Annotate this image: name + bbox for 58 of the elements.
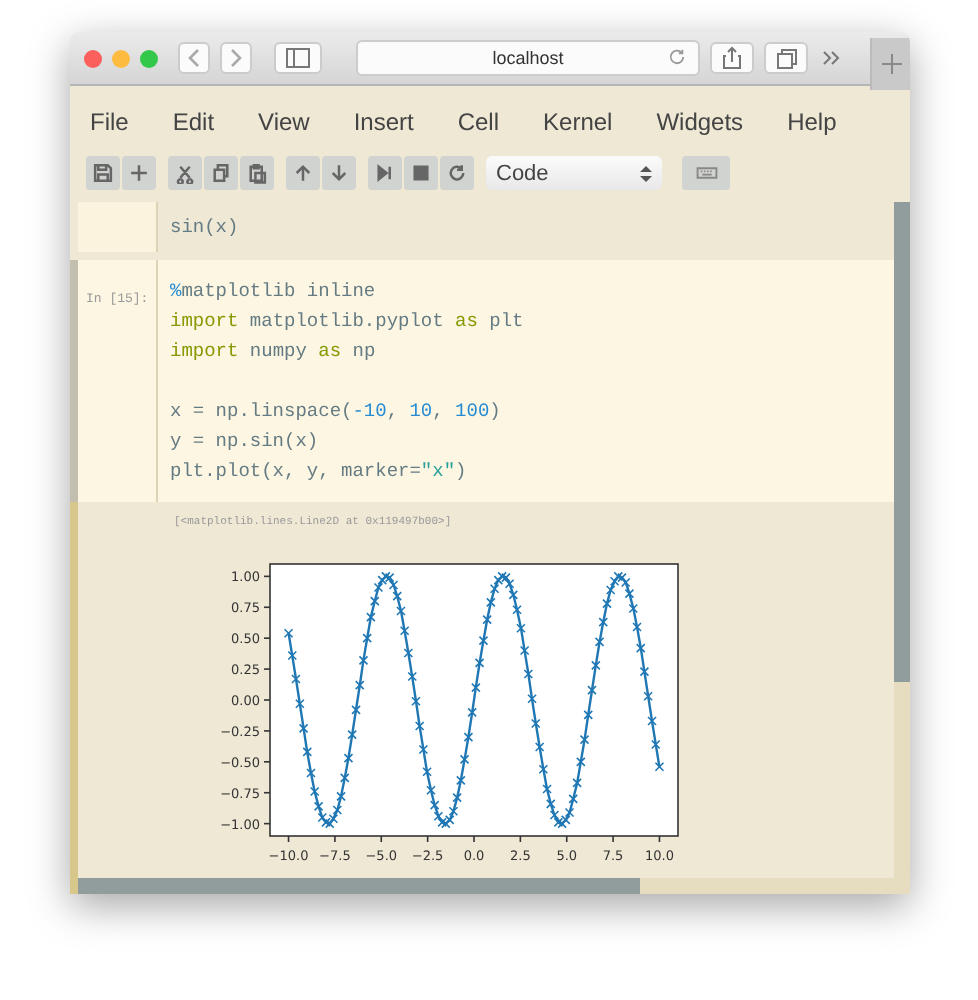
address-text: localhost: [492, 48, 564, 68]
code-line: plt.plot(x, y, marker="x"): [170, 460, 467, 482]
menu-item[interactable]: Help: [787, 108, 837, 136]
keyboard-icon: [693, 162, 719, 184]
copy-icon: [210, 162, 232, 184]
plus-icon: [881, 54, 901, 74]
toolbar-button[interactable]: [240, 156, 274, 190]
share-icon: [722, 46, 742, 70]
reload-icon[interactable]: [668, 48, 686, 66]
skip-forward-icon: [374, 162, 396, 184]
chevrons-icon[interactable]: [822, 50, 842, 66]
new-tab-button[interactable]: [870, 38, 910, 90]
code-editor[interactable]: %matplotlib inline import matplotlib.pyplot as plt import numpy as np x = np.linspace(-10, 10, 100) y = np.sin(x) plt.plot(x, y, marker="x"): [158, 260, 894, 502]
menu-item[interactable]: Widgets: [656, 108, 744, 136]
toolbar-button[interactable]: [168, 156, 202, 190]
sidebar-icon: [286, 48, 310, 68]
share-button[interactable]: [710, 42, 754, 74]
toolbar-button[interactable]: [440, 156, 474, 190]
keyboard-button[interactable]: [682, 156, 730, 190]
plus-icon: [128, 162, 150, 184]
menu-item[interactable]: View: [258, 108, 310, 136]
toolbar-button[interactable]: [204, 156, 238, 190]
close-button[interactable]: [84, 49, 102, 67]
cell-type-select[interactable]: Code: [486, 156, 662, 190]
code-line: import matplotlib.pyplot as plt: [170, 310, 524, 332]
code-line: import numpy as np: [170, 340, 376, 362]
code-line: sin(x): [170, 216, 239, 238]
stop-icon: [410, 162, 432, 184]
toolbar-button[interactable]: [404, 156, 438, 190]
toolbar-button[interactable]: [286, 156, 320, 190]
clipboard-icon: [246, 162, 268, 184]
scissors-icon: [174, 162, 196, 184]
code-line: y = np.sin(x): [170, 430, 319, 452]
chevron-left-icon: [186, 48, 202, 68]
code-line: x = np.linspace(-10, 10, 100): [170, 400, 501, 422]
chevron-right-icon: [228, 48, 244, 68]
refresh-icon: [446, 162, 468, 184]
cell-type-text: Code: [496, 161, 549, 185]
tabs-button[interactable]: [764, 42, 808, 74]
menu-item[interactable]: Kernel: [543, 108, 613, 136]
scrollbar-thumb[interactable]: [894, 202, 910, 682]
arrow-down-icon: [328, 162, 350, 184]
stepper-icon: [640, 163, 652, 183]
toolbar-button[interactable]: [368, 156, 402, 190]
tabs-icon: [775, 47, 797, 69]
back-button[interactable]: [178, 42, 210, 74]
sidebar-button[interactable]: [274, 42, 322, 74]
address-bar[interactable]: localhost: [356, 40, 700, 76]
toolbar-button[interactable]: [322, 156, 356, 190]
menu-item[interactable]: Insert: [353, 108, 414, 136]
toolbar-button[interactable]: [122, 156, 156, 190]
menu-item[interactable]: Cell: [457, 108, 500, 136]
code-line: %matplotlib inline: [170, 280, 376, 302]
forward-button[interactable]: [220, 42, 252, 74]
toolbar-button[interactable]: [86, 156, 120, 190]
menu-item[interactable]: File: [90, 108, 129, 136]
menu-item[interactable]: Edit: [172, 108, 215, 136]
arrow-up-icon: [292, 162, 314, 184]
